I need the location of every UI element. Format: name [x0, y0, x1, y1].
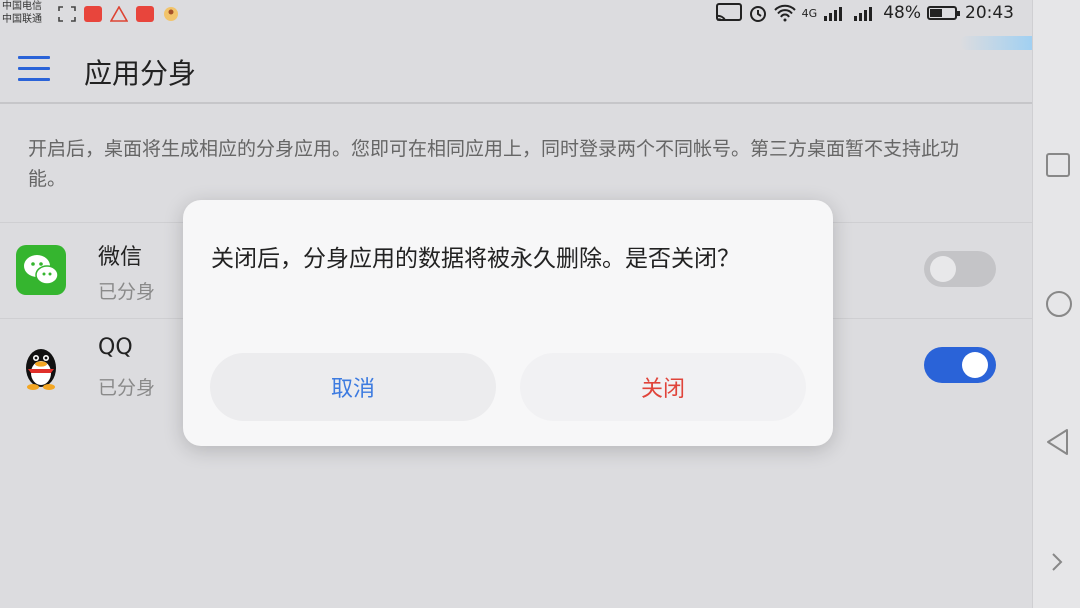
- wechat-icon: [16, 245, 66, 295]
- screen: 中国电信 中国联通 4G 48% 20:43 应用分身 开启后，桌面将生成相应的…: [0, 0, 1070, 608]
- app-name: QQ: [98, 335, 133, 360]
- app-notification-icon: [84, 6, 102, 22]
- status-right: 4G 48% 20:43: [715, 3, 1014, 23]
- app-notification-icon-2: [136, 6, 154, 22]
- battery-icon: [927, 6, 960, 20]
- description-text: 开启后，桌面将生成相应的分身应用。您即可在相同应用上，同时登录两个不同帐号。第三…: [28, 138, 960, 190]
- alarm-icon: [749, 6, 766, 22]
- app-name: 微信: [98, 245, 143, 270]
- app-header: 应用分身: [0, 36, 1032, 104]
- qq-penguin-icon: [16, 341, 66, 391]
- menu-icon[interactable]: [18, 56, 50, 82]
- clone-toggle-qq[interactable]: [924, 347, 996, 383]
- clock: 20:43: [965, 3, 1014, 23]
- signal-bars-icon: [824, 7, 843, 21]
- signal-bars-icon-2: [854, 7, 873, 21]
- wifi-icon: [773, 4, 796, 22]
- carrier-labels: 中国电信 中国联通: [2, 0, 42, 26]
- carrier-1: 中国电信: [2, 1, 42, 12]
- app-status: 已分身: [98, 377, 156, 399]
- chevron-right-icon[interactable]: [1045, 550, 1069, 574]
- back-icon[interactable]: [1045, 428, 1071, 456]
- screenshot-icon: [58, 6, 76, 22]
- dialog-message: 关闭后，分身应用的数据将被永久删除。是否关闭？: [211, 246, 740, 272]
- home-icon[interactable]: [1045, 290, 1073, 318]
- confirm-close-button[interactable]: 关闭: [520, 353, 806, 421]
- person-badge-icon: [164, 7, 178, 21]
- recents-icon[interactable]: [1045, 152, 1071, 178]
- cancel-button[interactable]: 取消: [210, 353, 496, 421]
- carrier-2: 中国联通: [2, 14, 42, 25]
- confirm-dialog: 关闭后，分身应用的数据将被永久删除。是否关闭？ 取消 关闭: [183, 200, 833, 446]
- status-bar: 中国电信 中国联通 4G 48% 20:43: [0, 0, 1032, 32]
- app-status: 已分身: [98, 281, 156, 303]
- alert-icon: [110, 6, 128, 22]
- page-title: 应用分身: [84, 57, 197, 90]
- cast-icon: [715, 3, 742, 21]
- network-type-label: 4G: [801, 6, 818, 20]
- battery-percent: 48%: [883, 3, 921, 23]
- notification-icons: [58, 6, 180, 22]
- navigation-bar: [1032, 0, 1080, 608]
- clone-toggle-wechat[interactable]: [924, 251, 996, 287]
